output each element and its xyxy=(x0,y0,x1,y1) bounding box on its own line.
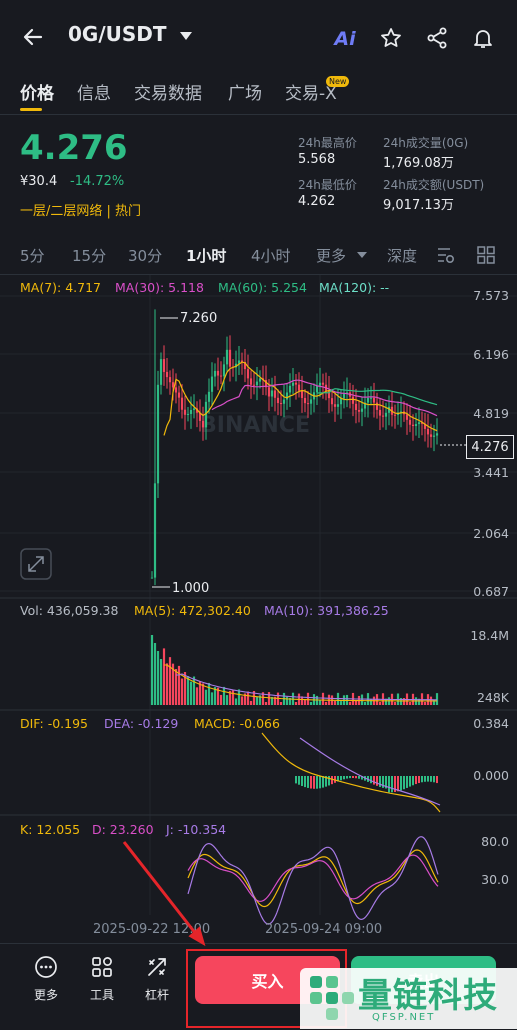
share-icon[interactable] xyxy=(422,23,452,53)
dea-legend: DEA: -0.129 xyxy=(104,716,179,731)
last-price: 4.276 xyxy=(20,128,128,168)
volume-bars xyxy=(150,635,439,705)
j-legend: J: -10.354 xyxy=(166,822,227,837)
more-button[interactable]: 更多 xyxy=(26,955,66,1003)
price-axis-label: 6.196 xyxy=(473,347,509,362)
grid-layout-icon[interactable] xyxy=(474,244,498,266)
watermark-subtext: QFSP.NET xyxy=(372,1012,436,1023)
tab-price[interactable]: 价格 xyxy=(20,79,54,104)
kdj-axis-label: 30.0 xyxy=(481,872,509,887)
volume-label: 24h成交量(0G) xyxy=(383,136,469,150)
tools-button[interactable]: 工具 xyxy=(82,955,122,1003)
volume-value: 1,769.08万 xyxy=(383,156,454,171)
macd-legend: MACD: -0.066 xyxy=(194,716,280,731)
leverage-label: 杠杆 xyxy=(144,988,169,1002)
kdj-axis-label: 80.0 xyxy=(481,834,509,849)
watermark-text: 量链科技 xyxy=(358,976,498,1016)
price-axis-label: 4.819 xyxy=(473,406,509,421)
volume-legend: Vol: 436,059.38 xyxy=(20,603,119,618)
kdj-lines xyxy=(187,836,439,925)
d-legend: D: 23.260 xyxy=(92,822,154,837)
dif-legend: DIF: -0.195 xyxy=(20,716,89,731)
ma7-legend: MA(7): 4.717 xyxy=(20,280,102,295)
divider xyxy=(0,114,517,115)
tab-square[interactable]: 广场 xyxy=(228,79,262,104)
fiat-price: ¥30.4 xyxy=(20,174,58,189)
vol-ma5-legend: MA(5): 472,302.40 xyxy=(134,603,251,618)
ai-label: Ai xyxy=(334,28,356,50)
interval-5m[interactable]: 5分 xyxy=(20,245,45,266)
date-label: 2025-09-24 09:00 xyxy=(265,922,383,937)
chart-gridlines xyxy=(0,275,517,915)
tab-depth[interactable]: 深度 xyxy=(387,245,417,266)
volume-axis-label: 18.4M xyxy=(470,628,509,643)
tools-label: 工具 xyxy=(89,988,114,1002)
category-tags[interactable]: 一层/二层网络 | 热门 xyxy=(20,200,141,219)
price-axis-label: 0.687 xyxy=(473,584,509,599)
tab-trading-data[interactable]: 交易数据 xyxy=(134,79,202,104)
last-price-tag: 4.276 xyxy=(466,435,514,459)
price-axis-label: 2.064 xyxy=(473,526,509,541)
price-axis-label: 3.441 xyxy=(473,465,509,480)
tab-info[interactable]: 信息 xyxy=(77,79,111,104)
ai-icon[interactable]: Ai xyxy=(330,24,360,54)
more-caret-icon[interactable] xyxy=(355,249,369,261)
ma30-legend: MA(30): 5.118 xyxy=(115,280,204,295)
candles xyxy=(150,309,439,586)
price-change: -14.72% xyxy=(70,174,125,189)
tools-grid-icon xyxy=(92,957,112,977)
leverage-icon xyxy=(148,958,166,976)
k-legend: K: 12.055 xyxy=(20,822,81,837)
binance-watermark: BINANCE xyxy=(200,413,310,438)
low-label: 24h最低价 xyxy=(298,178,357,192)
interval-1h[interactable]: 1小时 xyxy=(186,245,226,266)
interval-more[interactable]: 更多 xyxy=(316,245,346,266)
more-dots-icon xyxy=(35,956,57,978)
low-marker: 1.000 xyxy=(172,581,209,596)
date-label: 2025-09-22 12:00 xyxy=(93,922,211,937)
dropdown-caret-icon[interactable] xyxy=(178,28,194,44)
interval-15m[interactable]: 15分 xyxy=(72,245,106,266)
expand-icon[interactable] xyxy=(20,548,52,580)
indicator-settings-icon[interactable] xyxy=(434,244,458,266)
interval-30m[interactable]: 30分 xyxy=(128,245,162,266)
high-value: 5.568 xyxy=(298,152,336,167)
high-marker: 7.260 xyxy=(180,311,217,326)
interval-4h[interactable]: 4小时 xyxy=(251,245,291,266)
ma60-legend: MA(60): 5.254 xyxy=(218,280,307,295)
more-label: 更多 xyxy=(33,988,58,1002)
price-axis-label: 7.573 xyxy=(473,288,509,303)
ma120-legend: MA(120): -- xyxy=(319,280,390,295)
high-label: 24h最高价 xyxy=(298,136,357,150)
bell-icon[interactable] xyxy=(468,23,498,53)
amount-label: 24h成交额(USDT) xyxy=(383,178,485,192)
macd-axis-label: 0.384 xyxy=(473,716,509,731)
watermark-logo-icon xyxy=(310,976,354,1020)
macd-axis-label: 0.000 xyxy=(473,768,509,783)
macd-lines xyxy=(261,732,441,813)
star-icon[interactable] xyxy=(376,23,406,53)
leverage-button[interactable]: 杠杆 xyxy=(137,955,177,1003)
volume-axis-label: 248K xyxy=(476,690,509,705)
low-value: 4.262 xyxy=(298,194,336,209)
new-badge: New xyxy=(326,76,350,87)
amount-value: 9,017.13万 xyxy=(383,198,454,213)
vol-ma10-legend: MA(10): 391,386.25 xyxy=(264,603,389,618)
active-tab-indicator xyxy=(20,108,42,111)
back-arrow-icon[interactable] xyxy=(18,22,48,52)
pair-title[interactable]: 0G/USDT xyxy=(68,22,167,46)
